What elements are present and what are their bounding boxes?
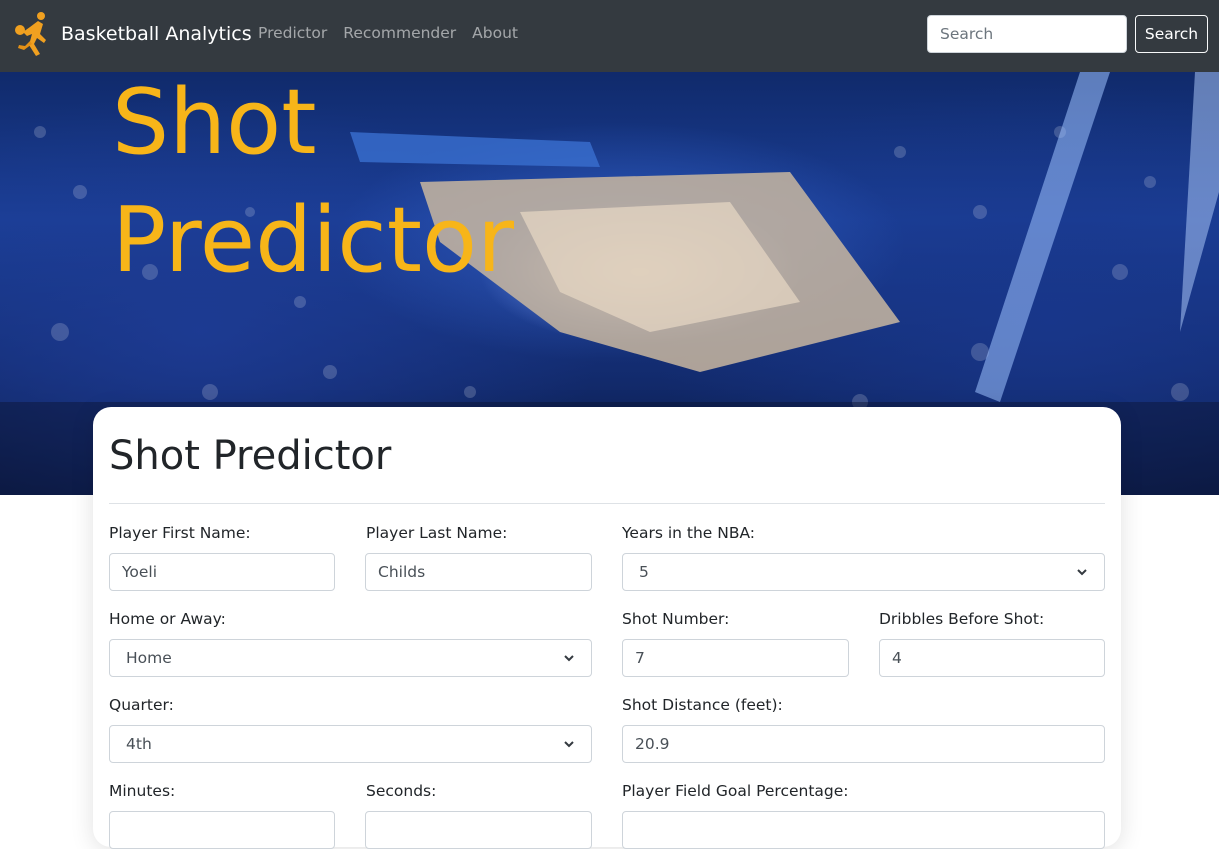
chevron-down-icon (564, 741, 574, 748)
shot-predictor-card: Shot Predictor Player First Name: Yoeli … (93, 407, 1121, 849)
dribbles-label: Dribbles Before Shot: (879, 610, 1045, 628)
chevron-down-icon (564, 655, 574, 662)
quarter-select[interactable]: 4th (109, 725, 592, 763)
title-divider (109, 503, 1105, 504)
nav-link-recommender[interactable]: Recommender (343, 24, 456, 42)
shot-distance-field[interactable]: 20.9 (622, 725, 1105, 763)
fg-pct-label: Player Field Goal Percentage: (622, 782, 849, 800)
hero-title: Shot Predictor (112, 72, 515, 293)
shot-number-value: 7 (635, 649, 645, 667)
home-away-select[interactable]: Home (109, 639, 592, 677)
shot-distance-value: 20.9 (635, 735, 670, 753)
seconds-label: Seconds: (366, 782, 437, 800)
quarter-label: Quarter: (109, 696, 174, 714)
home-away-value: Home (126, 649, 172, 667)
nav-link-about[interactable]: About (472, 24, 518, 42)
years-select[interactable]: 5 (622, 553, 1105, 591)
last-name-label: Player Last Name: (366, 524, 508, 542)
form-title: Shot Predictor (109, 433, 392, 479)
last-name-field[interactable]: Childs (365, 553, 592, 591)
chevron-down-icon (1077, 569, 1087, 576)
minutes-field[interactable] (109, 811, 335, 849)
quarter-value: 4th (126, 735, 152, 753)
seconds-field[interactable] (365, 811, 592, 849)
nav-link-predictor[interactable]: Predictor (258, 24, 327, 42)
years-label: Years in the NBA: (622, 524, 756, 542)
first-name-field[interactable]: Yoeli (109, 553, 335, 591)
years-value: 5 (639, 563, 649, 581)
shot-distance-label: Shot Distance (feet): (622, 696, 783, 714)
shot-number-field[interactable]: 7 (622, 639, 849, 677)
navbar: Basketball Analytics Predictor Recommend… (0, 0, 1219, 72)
search-button[interactable]: Search (1135, 15, 1208, 53)
dribbles-value: 4 (892, 649, 902, 667)
first-name-label: Player First Name: (109, 524, 251, 542)
first-name-value: Yoeli (122, 563, 158, 581)
shot-number-label: Shot Number: (622, 610, 730, 628)
last-name-value: Childs (378, 563, 426, 581)
home-away-label: Home or Away: (109, 610, 226, 628)
basketball-player-logo-icon (15, 12, 46, 56)
fg-pct-field[interactable] (622, 811, 1105, 849)
brand[interactable]: Basketball Analytics (10, 10, 252, 58)
search-input[interactable] (927, 15, 1127, 53)
minutes-label: Minutes: (109, 782, 176, 800)
nav-links: Predictor Recommender About (258, 24, 534, 42)
brand-title: Basketball Analytics (61, 23, 252, 45)
dribbles-field[interactable]: 4 (879, 639, 1105, 677)
